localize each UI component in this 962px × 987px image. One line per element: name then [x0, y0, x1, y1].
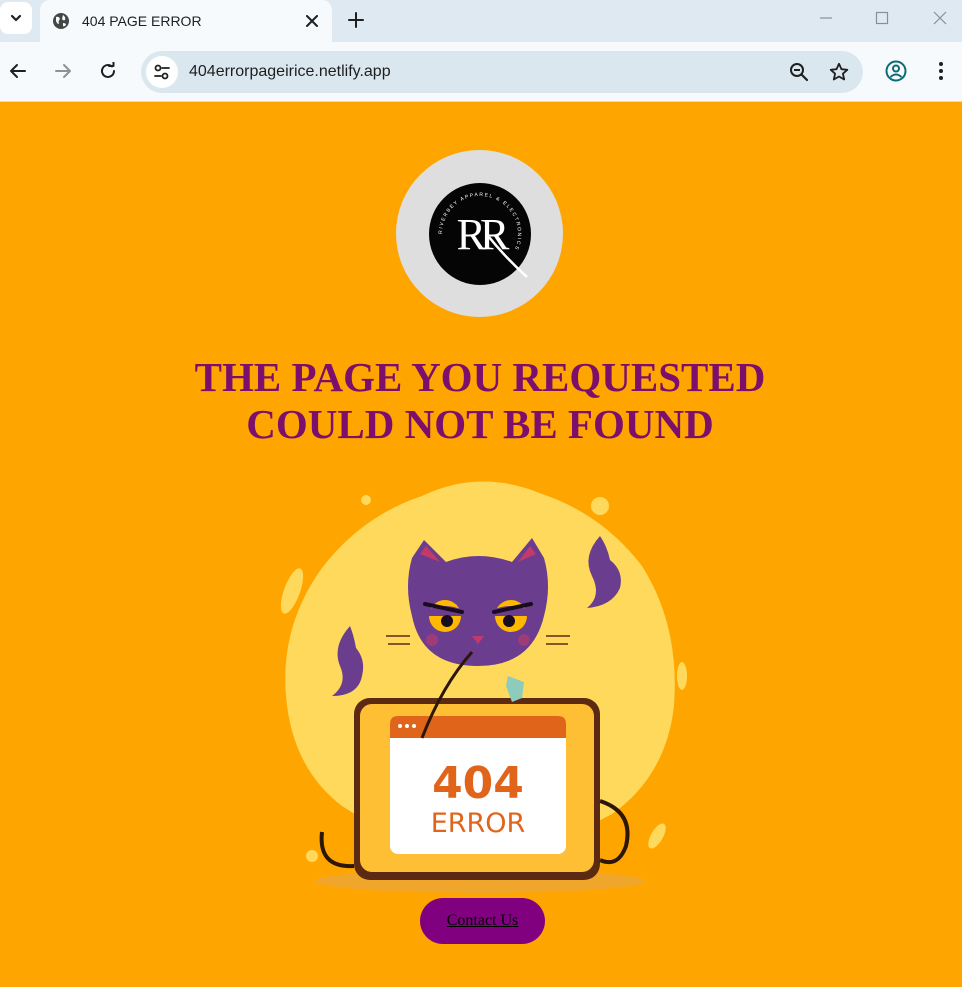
minimize-icon	[820, 17, 832, 19]
reload-button[interactable]	[93, 56, 123, 86]
kebab-menu-icon	[939, 62, 943, 80]
back-button[interactable]	[3, 56, 33, 86]
page-title-line-1: THE PAGE YOU REQUESTED	[194, 354, 766, 400]
account-icon	[885, 60, 907, 82]
arrow-right-icon	[55, 64, 71, 78]
brand-logo[interactable]: RIVERBEY APPAREL & ELECTRONICS RR	[396, 150, 563, 317]
site-info-button[interactable]	[146, 56, 178, 88]
address-bar[interactable]: 404errorpageirice.netlify.app	[141, 51, 863, 93]
zoom-button[interactable]	[783, 56, 815, 88]
bookmark-button[interactable]	[823, 56, 855, 88]
zoom-out-icon	[790, 63, 809, 82]
profile-button[interactable]	[881, 56, 911, 86]
forward-button[interactable]	[48, 56, 78, 86]
page-title: THE PAGE YOU REQUESTED COULD NOT BE FOUN…	[80, 354, 880, 448]
cat-404-illustration: 404 ERROR	[280, 481, 687, 893]
browser-toolbar: 404errorpageirice.netlify.app	[0, 42, 962, 102]
arrow-left-icon	[10, 64, 26, 78]
url-text[interactable]: 404errorpageirice.netlify.app	[189, 63, 783, 81]
new-tab-button[interactable]	[342, 6, 370, 34]
globe-icon	[52, 12, 70, 30]
illustration-label: ERROR	[431, 808, 526, 839]
page-viewport: RIVERBEY APPAREL & ELECTRONICS RR THE PA…	[0, 102, 962, 987]
reload-icon	[101, 62, 115, 78]
star-icon	[829, 62, 849, 81]
page-title-line-2: COULD NOT BE FOUND	[246, 401, 714, 447]
window-close-button[interactable]	[920, 4, 960, 32]
tab-search-button[interactable]	[0, 2, 32, 34]
maximize-button[interactable]	[862, 4, 902, 32]
window-close-icon	[933, 11, 947, 25]
active-tab[interactable]: 404 PAGE ERROR	[40, 0, 332, 42]
contact-us-label: Contact Us	[446, 912, 519, 929]
illustration-code: 404	[432, 758, 524, 809]
close-icon[interactable]	[300, 9, 324, 33]
tune-icon	[154, 64, 170, 80]
chevron-down-icon	[10, 14, 22, 22]
tab-strip: 404 PAGE ERROR	[0, 0, 962, 42]
minimize-button[interactable]	[806, 4, 846, 32]
browser-menu-button[interactable]	[926, 56, 956, 86]
logo-emblem: RIVERBEY APPAREL & ELECTRONICS RR	[428, 182, 531, 285]
tab-title: 404 PAGE ERROR	[82, 13, 202, 29]
plus-icon	[348, 12, 364, 28]
contact-us-button[interactable]: Contact Us	[420, 898, 545, 944]
maximize-icon	[875, 11, 889, 25]
